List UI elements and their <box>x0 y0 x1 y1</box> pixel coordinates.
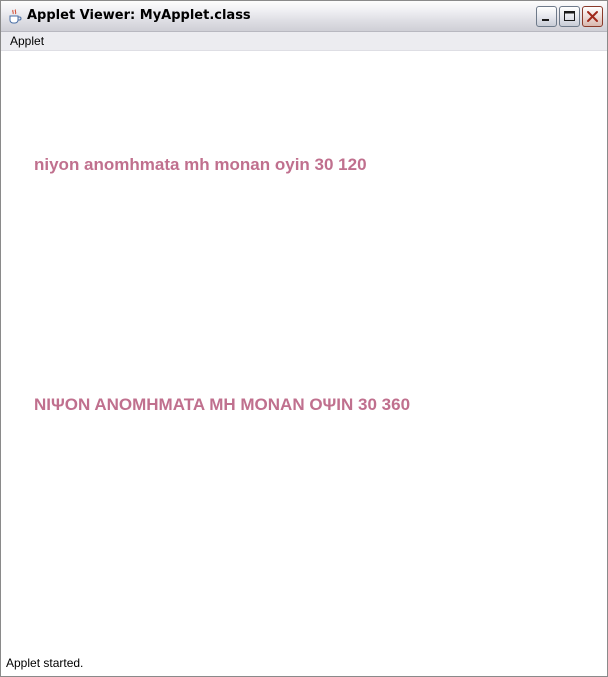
window-title: Applet Viewer: MyApplet.class <box>27 8 251 23</box>
applet-text-uppercase: NIΨON ANOMHMATA MH MONAN OΨIN 30 360 <box>34 395 411 414</box>
close-icon <box>587 11 598 22</box>
menu-applet[interactable]: Applet <box>10 34 44 48</box>
applet-canvas: niyon anomhmata mh monan oyin 30 120 NIΨ… <box>1 51 607 654</box>
maximize-icon <box>564 11 575 21</box>
minimize-button[interactable] <box>536 6 557 27</box>
close-button[interactable] <box>582 6 603 27</box>
title-bar[interactable]: Applet Viewer: MyApplet.class <box>1 1 607 32</box>
java-coffee-cup-icon <box>7 8 23 24</box>
minimize-icon <box>542 19 549 21</box>
applet-viewer-window: Applet Viewer: MyApplet.class Applet niy… <box>0 0 608 677</box>
status-text: Applet started. <box>6 656 84 670</box>
maximize-button[interactable] <box>559 6 580 27</box>
menu-bar: Applet <box>1 32 607 51</box>
applet-text-lowercase: niyon anomhmata mh monan oyin 30 120 <box>34 155 367 174</box>
